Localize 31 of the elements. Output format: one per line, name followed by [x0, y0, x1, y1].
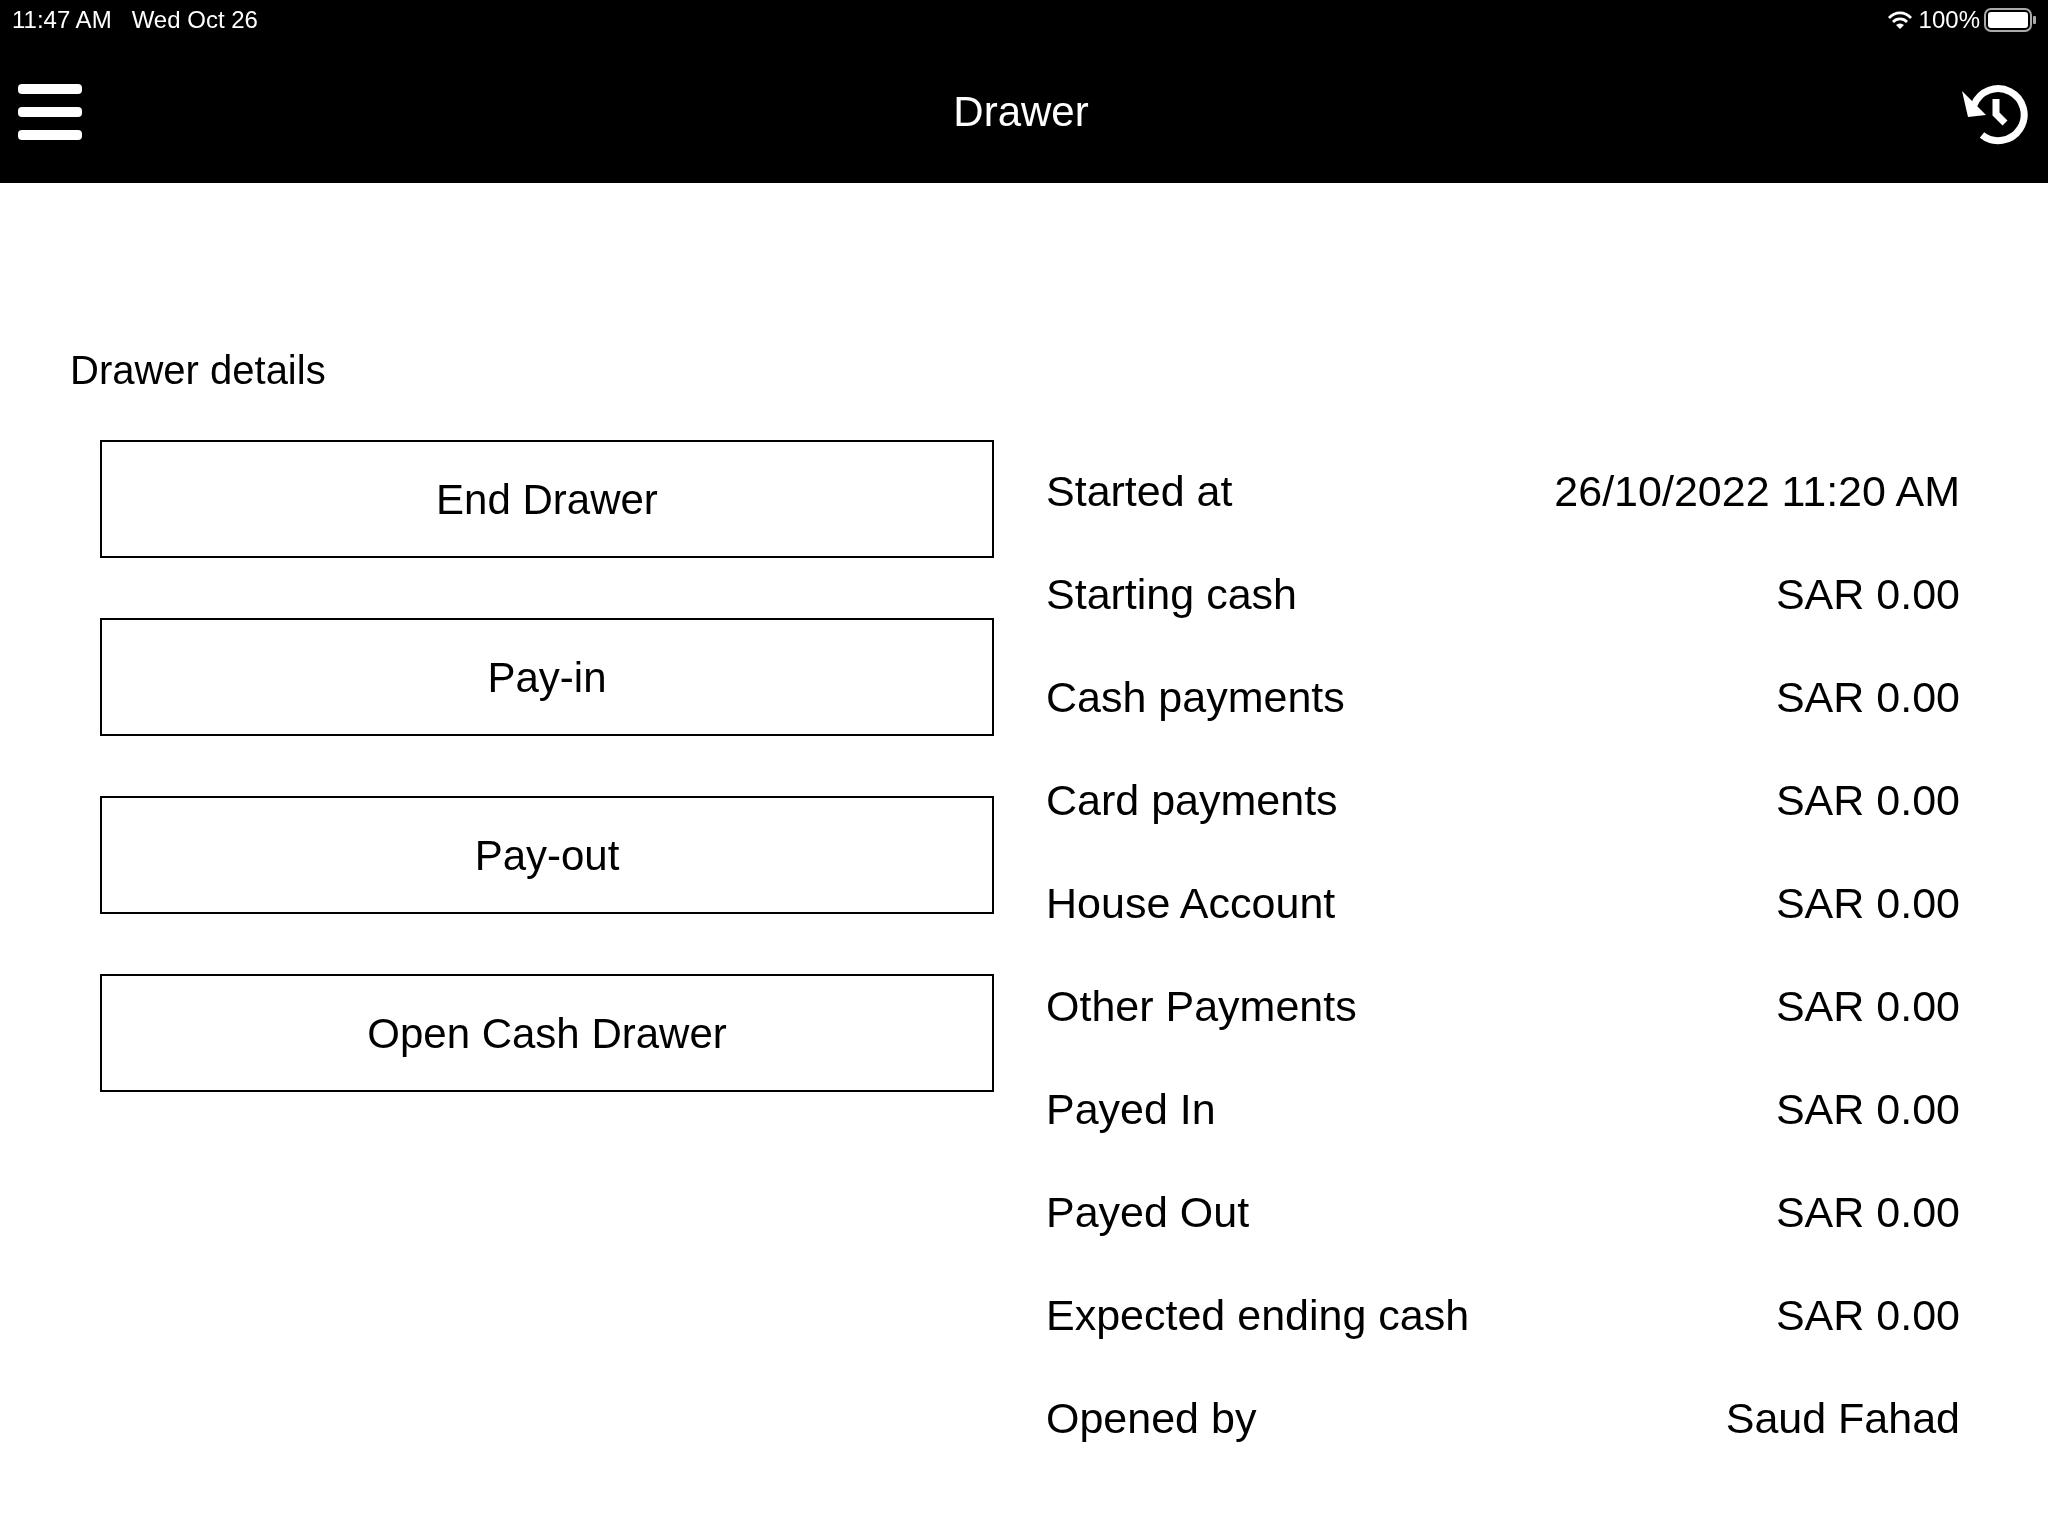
- detail-value: SAR 0.00: [1775, 1290, 1960, 1342]
- detail-value: SAR 0.00: [1775, 878, 1960, 930]
- detail-label: Card payments: [1046, 775, 1338, 827]
- battery-icon: [1984, 8, 2036, 32]
- detail-value: SAR 0.00: [1775, 1084, 1960, 1136]
- detail-label: Expected ending cash: [1046, 1290, 1470, 1342]
- detail-label: Payed In: [1046, 1084, 1216, 1136]
- action-button[interactable]: Open Cash Drawer: [100, 974, 994, 1092]
- action-button[interactable]: End Drawer: [100, 440, 994, 558]
- action-button[interactable]: Pay-out: [100, 796, 994, 914]
- detail-label: Opened by: [1046, 1393, 1257, 1445]
- menu-icon[interactable]: [18, 83, 82, 140]
- detail-label: House Account: [1046, 878, 1336, 930]
- status-date: Wed Oct 26: [131, 5, 258, 35]
- detail-label: Cash payments: [1046, 672, 1345, 724]
- battery-percent: 100%: [1918, 5, 1980, 35]
- action-button[interactable]: Pay-in: [100, 618, 994, 736]
- detail-value: SAR 0.00: [1775, 1187, 1960, 1239]
- detail-value: SAR 0.00: [1775, 775, 1960, 827]
- detail-value: 26/10/2022 11:20 AM: [1554, 466, 1960, 518]
- detail-label: Started at: [1046, 466, 1233, 518]
- status-time: 11:47 AM: [12, 5, 112, 35]
- section-title: Drawer details: [70, 347, 327, 394]
- detail-label: Payed Out: [1046, 1187, 1250, 1239]
- detail-value: SAR 0.00: [1775, 672, 1960, 724]
- header-title: Drawer: [953, 87, 1089, 137]
- detail-value: Saud Fahad: [1725, 1393, 1960, 1445]
- detail-value: SAR 0.00: [1775, 981, 1960, 1033]
- detail-label: Other Payments: [1046, 981, 1357, 1033]
- detail-label: Starting cash: [1046, 569, 1297, 621]
- detail-value: SAR 0.00: [1775, 569, 1960, 621]
